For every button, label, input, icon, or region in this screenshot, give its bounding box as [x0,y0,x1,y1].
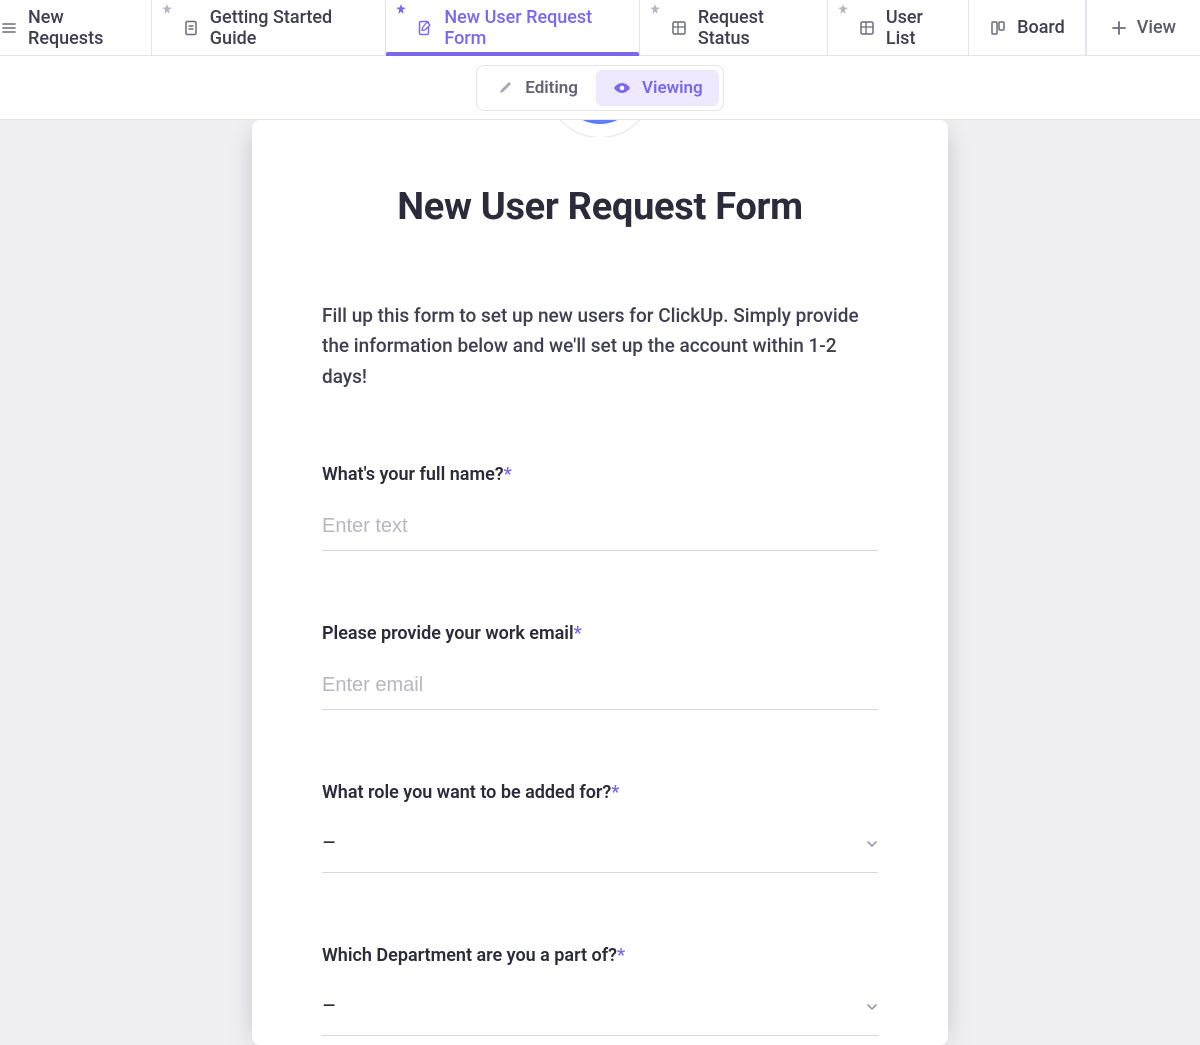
avatar-container [252,120,948,137]
mode-bar: Editing Viewing [0,56,1200,120]
avatar-ring [546,120,654,137]
pin-icon [396,4,406,14]
pin-icon [838,4,848,14]
tab-request-status[interactable]: Request Status [640,0,828,55]
department-select[interactable]: – [322,980,878,1036]
caret-down-icon [866,1001,878,1013]
work-email-input[interactable] [322,662,878,710]
tab-user-list[interactable]: User List [828,0,969,55]
field-work-email: Please provide your work email* [322,623,878,710]
form-canvas: New User Request Form Fill up this form … [0,120,1200,1045]
form-card: New User Request Form Fill up this form … [252,120,948,1045]
tab-label: New Requests [28,7,131,49]
pencil-icon [497,79,515,97]
avatar-icon [560,120,640,124]
field-department: Which Department are you a part of?* – [322,945,878,1036]
tabs-bar: New Requests Getting Started Guide New U… [0,0,1200,56]
pin-icon [162,4,172,14]
field-label: Please provide your work email* [322,623,878,644]
form-description: Fill up this form to set up new users fo… [322,301,878,392]
form-title: New User Request Form [252,185,948,229]
full-name-input[interactable] [322,503,878,551]
plus-icon [1111,20,1127,36]
list-icon [0,19,18,37]
tab-label: Board [1017,17,1065,38]
form-icon [416,19,434,37]
select-value: – [322,994,336,1019]
field-label: What role you want to be added for?* [322,782,878,803]
table-icon [858,19,876,37]
tab-label: Getting Started Guide [210,7,366,49]
editing-label: Editing [525,78,578,98]
select-value: – [322,831,336,856]
tab-new-user-request-form[interactable]: New User Request Form [386,0,640,55]
eye-icon [612,78,632,98]
viewing-label: Viewing [642,78,703,98]
field-label: Which Department are you a part of?* [322,945,878,966]
mode-toggle: Editing Viewing [476,65,723,111]
table-icon [670,19,688,37]
pin-icon [650,4,660,14]
tab-label: User List [886,7,948,49]
tab-board[interactable]: Board [969,0,1086,55]
editing-button[interactable]: Editing [481,70,594,106]
tab-label: Request Status [698,7,807,49]
tab-new-requests[interactable]: New Requests [0,0,152,55]
role-select[interactable]: – [322,817,878,873]
viewing-button[interactable]: Viewing [596,70,719,106]
add-view-button[interactable]: View [1086,0,1200,55]
caret-down-icon [866,838,878,850]
field-role: What role you want to be added for?* – [322,782,878,873]
tab-label: New User Request Form [444,7,619,49]
field-full-name: What's your full name?* [322,464,878,551]
doc-icon [182,19,200,37]
board-icon [989,19,1007,37]
tab-getting-started[interactable]: Getting Started Guide [152,0,387,55]
add-view-label: View [1137,17,1176,38]
field-label: What's your full name?* [322,464,878,485]
